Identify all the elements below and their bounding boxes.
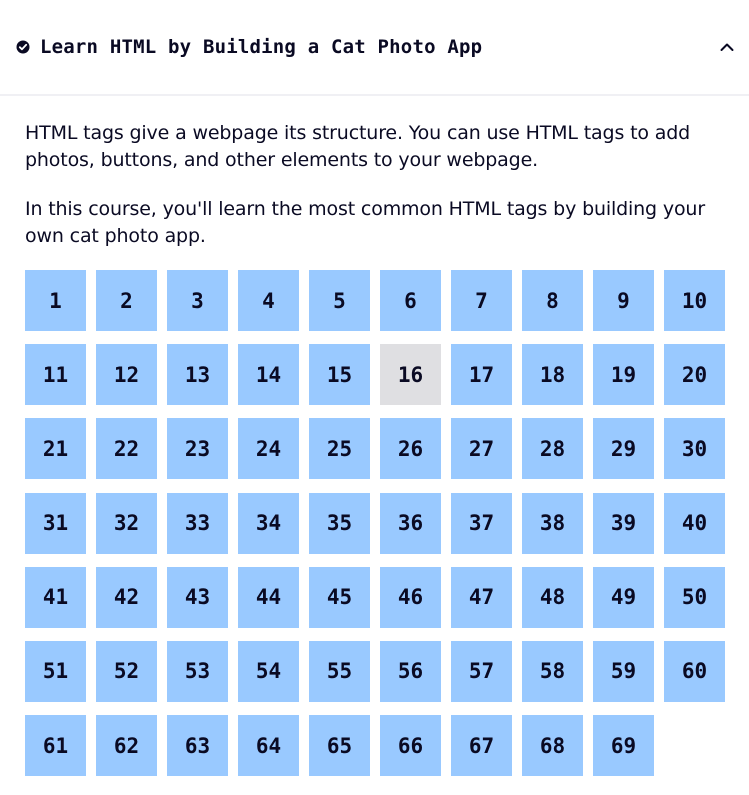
step-button[interactable]: 7: [451, 270, 512, 331]
step-button[interactable]: 68: [522, 715, 583, 777]
step-button[interactable]: 46: [380, 566, 441, 628]
step-button[interactable]: 25: [309, 418, 370, 480]
block-description-2: In this course, you'll learn the most co…: [25, 198, 705, 247]
block-content: HTML tags give a webpage its structure. …: [0, 96, 749, 777]
step-button[interactable]: 66: [380, 715, 441, 777]
step-button[interactable]: 65: [309, 715, 370, 777]
step-button[interactable]: 50: [664, 566, 725, 628]
step-button[interactable]: 2: [96, 270, 157, 331]
step-button[interactable]: 51: [25, 640, 86, 702]
step-button[interactable]: 32: [96, 492, 157, 554]
step-button[interactable]: 56: [380, 640, 441, 702]
check-circle-icon: [16, 40, 30, 54]
step-button[interactable]: 37: [451, 492, 512, 554]
step-button[interactable]: 24: [238, 418, 299, 480]
step-button[interactable]: 49: [593, 566, 654, 628]
step-button[interactable]: 35: [309, 492, 370, 554]
step-button[interactable]: 47: [451, 566, 512, 628]
step-button[interactable]: 41: [25, 566, 86, 628]
step-button[interactable]: 34: [238, 492, 299, 554]
step-button[interactable]: 67: [451, 715, 512, 777]
step-button[interactable]: 43: [167, 566, 228, 628]
step-button[interactable]: 29: [593, 418, 654, 480]
step-button[interactable]: 64: [238, 715, 299, 777]
step-button[interactable]: 58: [522, 640, 583, 702]
step-button[interactable]: 9: [593, 270, 654, 331]
step-button[interactable]: 4: [238, 270, 299, 331]
step-button[interactable]: 38: [522, 492, 583, 554]
step-button[interactable]: 59: [593, 640, 654, 702]
block-header[interactable]: Learn HTML by Building a Cat Photo App: [0, 0, 749, 96]
step-button[interactable]: 8: [522, 270, 583, 331]
step-button[interactable]: 20: [664, 344, 725, 406]
step-button[interactable]: 17: [451, 344, 512, 406]
step-button[interactable]: 48: [522, 566, 583, 628]
step-button[interactable]: 36: [380, 492, 441, 554]
step-button[interactable]: 18: [522, 344, 583, 406]
step-button[interactable]: 57: [451, 640, 512, 702]
step-button[interactable]: 14: [238, 344, 299, 406]
block-title: Learn HTML by Building a Cat Photo App: [40, 36, 483, 58]
step-button[interactable]: 3: [167, 270, 228, 331]
step-button[interactable]: 62: [96, 715, 157, 777]
step-button[interactable]: 5: [309, 270, 370, 331]
block-header-left: Learn HTML by Building a Cat Photo App: [16, 36, 482, 58]
step-button[interactable]: 27: [451, 418, 512, 480]
step-button[interactable]: 30: [664, 418, 725, 480]
step-button[interactable]: 53: [167, 640, 228, 702]
step-button[interactable]: 45: [309, 566, 370, 628]
step-button[interactable]: 60: [664, 640, 725, 702]
step-button[interactable]: 31: [25, 492, 86, 554]
step-button[interactable]: 6: [380, 270, 441, 331]
step-button[interactable]: 54: [238, 640, 299, 702]
step-button[interactable]: 21: [25, 418, 86, 480]
step-button[interactable]: 69: [593, 715, 654, 777]
step-button[interactable]: 33: [167, 492, 228, 554]
step-button[interactable]: 1: [25, 270, 86, 331]
chevron-up-icon[interactable]: [719, 39, 735, 55]
step-button[interactable]: 12: [96, 344, 157, 406]
step-button[interactable]: 22: [96, 418, 157, 480]
step-button[interactable]: 39: [593, 492, 654, 554]
block-description-1: HTML tags give a webpage its structure. …: [25, 122, 691, 171]
step-button[interactable]: 26: [380, 418, 441, 480]
step-button[interactable]: 44: [238, 566, 299, 628]
step-grid: 1 2 3 4 5 6 7 8 9 10 11 12 13 14 15 16 17 18 19 20 21 22 23 24 2…: [25, 270, 725, 777]
step-button[interactable]: 13: [167, 344, 228, 406]
step-button-current[interactable]: 16: [380, 344, 441, 406]
step-button[interactable]: 42: [96, 566, 157, 628]
step-button[interactable]: 55: [309, 640, 370, 702]
step-button[interactable]: 63: [167, 715, 228, 777]
step-button[interactable]: 52: [96, 640, 157, 702]
step-button[interactable]: 40: [664, 492, 725, 554]
step-button[interactable]: 10: [664, 270, 725, 331]
step-button[interactable]: 11: [25, 344, 86, 406]
step-button[interactable]: 15: [309, 344, 370, 406]
step-button[interactable]: 23: [167, 418, 228, 480]
step-button[interactable]: 28: [522, 418, 583, 480]
step-button[interactable]: 19: [593, 344, 654, 406]
step-button[interactable]: 61: [25, 715, 86, 777]
